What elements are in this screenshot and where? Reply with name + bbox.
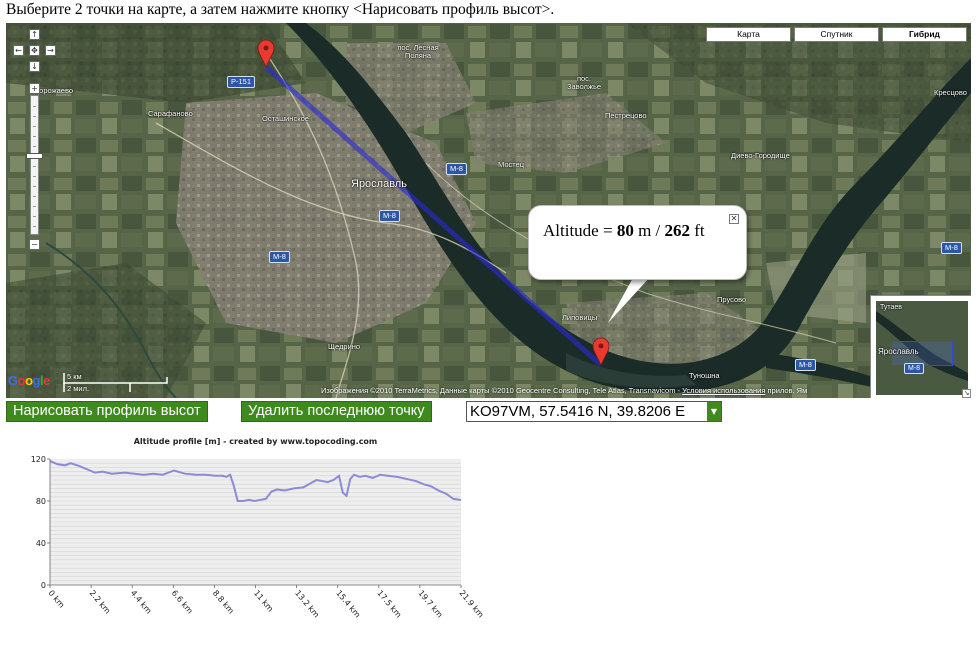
- altitude-info-window: Altitude = 80 m / 262 ft ✕: [528, 205, 747, 280]
- place-label: Прусово: [717, 295, 747, 304]
- place-label: Щедрино: [328, 342, 361, 351]
- zoom-slider-thumb[interactable]: [26, 153, 43, 159]
- chart-title: Altitude profile [m] - created by www.to…: [134, 437, 378, 446]
- place-label: пос. Заволжье: [566, 74, 602, 92]
- map-view[interactable]: Дорожаево Сарафаново Осташинское Ярослав…: [6, 23, 971, 398]
- x-tick-label: 15.4 km: [334, 589, 362, 620]
- map-type-hybrid-button[interactable]: Гибрид: [882, 27, 967, 42]
- x-tick-label: 4.4 km: [129, 589, 154, 616]
- x-tick-label: 2.2 km: [88, 589, 113, 616]
- map-scale: 5 км 2 мил.: [63, 372, 169, 394]
- road-shield: М-8: [795, 359, 816, 371]
- place-label: Туношна: [689, 371, 720, 380]
- road-shield: Р-151: [227, 76, 256, 88]
- place-label: Кресцово: [934, 88, 967, 97]
- overview-label: Ярославль: [878, 347, 919, 356]
- road-shield: М-8: [941, 242, 962, 254]
- scale-km-label: 5 км: [67, 372, 82, 381]
- x-tick-label: 8.8 km: [211, 589, 236, 616]
- pan-down-icon[interactable]: ↓: [29, 61, 40, 72]
- map-type-satellite-button[interactable]: Спутник: [794, 27, 879, 42]
- x-tick-label: 0 km: [46, 589, 66, 610]
- altitude-profile-chart: Altitude profile [m] - created by www.to…: [31, 437, 486, 620]
- draw-profile-button[interactable]: Нарисовать профиль высот: [6, 401, 208, 422]
- pan-right-icon[interactable]: →: [45, 45, 56, 56]
- zoom-slider-track[interactable]: [30, 95, 39, 235]
- y-tick-label: 40: [36, 539, 46, 548]
- y-tick-label: 120: [31, 455, 46, 464]
- place-label: Ярославль: [351, 178, 407, 190]
- place-label: Диево-Городище: [731, 151, 790, 160]
- satellite-imagery[interactable]: [6, 23, 971, 398]
- place-label: пос. Лесная Поляна: [397, 43, 439, 61]
- place-label: Осташинское: [262, 114, 309, 123]
- place-label: Сарафаново: [148, 109, 193, 118]
- delete-last-point-button[interactable]: Удалить последнюю точку: [241, 401, 432, 422]
- x-tick-label: 21.9 km: [457, 589, 485, 620]
- y-tick-label: 80: [36, 497, 46, 506]
- google-logo: Google: [8, 373, 50, 388]
- road-shield: М-8: [379, 210, 400, 222]
- terms-link[interactable]: Условия использования: [682, 386, 765, 395]
- x-tick-label: 19.7 km: [416, 589, 444, 620]
- chevron-down-icon[interactable]: ▼: [707, 402, 721, 421]
- overview-label: Тутаев: [880, 304, 903, 311]
- map-type-control: Карта Спутник Гибрид: [706, 27, 967, 42]
- place-label: Липовицы: [562, 313, 598, 322]
- x-tick-label: 6.6 km: [170, 589, 195, 616]
- overview-toggle-icon[interactable]: ↘: [962, 389, 971, 398]
- location-select[interactable]: KO97VM, 57.5416 N, 39.8206 E ▼: [466, 401, 722, 422]
- road-shield: М-8: [446, 163, 467, 175]
- x-tick-label: 17.5 km: [375, 589, 403, 620]
- y-tick-label: 0: [41, 581, 46, 590]
- place-label: Мостец: [498, 160, 525, 169]
- zoom-in-icon[interactable]: +: [29, 83, 40, 94]
- pan-up-icon[interactable]: ↑: [29, 29, 40, 40]
- road-shield: М-8: [904, 363, 925, 374]
- location-select-value: KO97VM, 57.5416 N, 39.8206 E: [470, 403, 686, 420]
- road-shield: М-8: [269, 251, 290, 263]
- overview-map[interactable]: Тутаев Ярославль М-8 ↘: [870, 295, 971, 398]
- pan-center-icon[interactable]: ✥: [29, 45, 40, 56]
- instruction-text: Выберите 2 точки на карте, а затем нажми…: [6, 1, 555, 18]
- close-icon[interactable]: ✕: [729, 214, 739, 224]
- x-tick-label: 11 km: [252, 589, 275, 614]
- pan-left-icon[interactable]: ←: [13, 45, 24, 56]
- map-copyright: Изображения ©2010 TerraMetrics, Данные к…: [321, 386, 808, 395]
- x-tick-label: 13.2 km: [293, 589, 321, 620]
- zoom-out-icon[interactable]: −: [29, 239, 40, 250]
- altitude-readout: Altitude = 80 m / 262 ft: [543, 221, 705, 240]
- map-type-map-button[interactable]: Карта: [706, 27, 791, 42]
- place-label: Пестрецово: [605, 111, 647, 120]
- scale-mi-label: 2 мил.: [67, 384, 90, 393]
